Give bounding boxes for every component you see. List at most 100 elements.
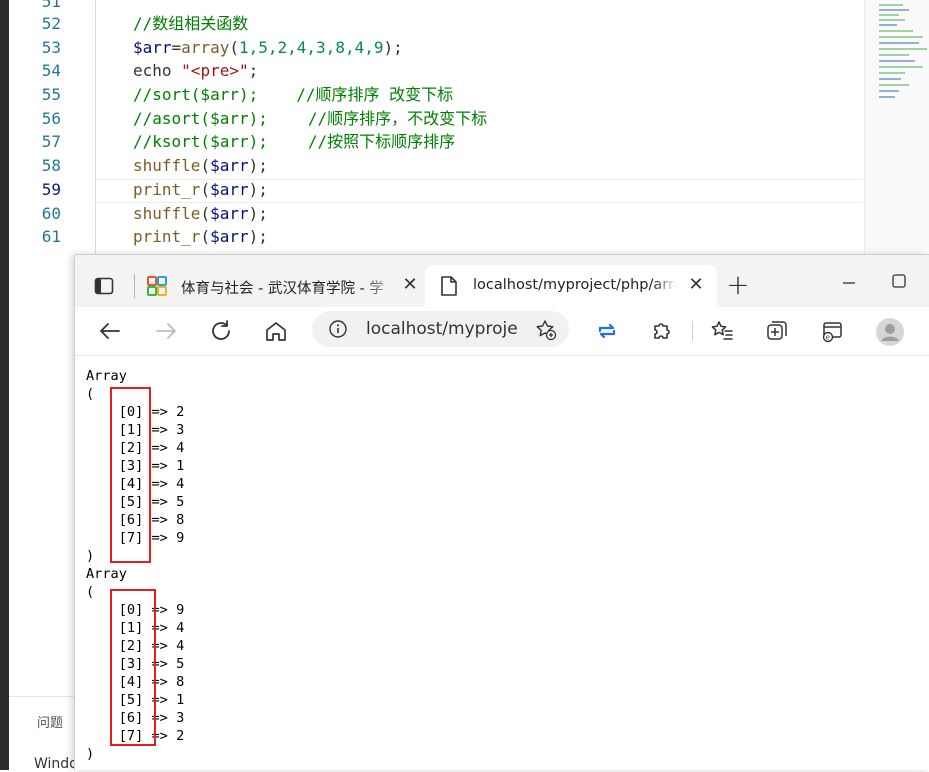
code-line-61[interactable]: print_r($arr); [133, 225, 268, 249]
key-highlight-box [110, 589, 156, 746]
array-value: 3 [176, 422, 185, 438]
profile-icon[interactable] [875, 317, 904, 346]
code-line-52[interactable]: //数组相关函数 [133, 12, 248, 36]
array-value: 4 [176, 440, 185, 456]
problems-tab[interactable]: 问题 [37, 712, 63, 731]
code-paren: ( [200, 156, 211, 175]
line-number: 54 [41, 61, 61, 80]
forward-icon [152, 317, 180, 345]
favorites-icon[interactable] [708, 317, 736, 345]
code-semicolon: ; [248, 61, 259, 80]
line-number: 55 [41, 85, 61, 104]
code-line-59[interactable]: print_r($arr); [133, 178, 268, 202]
array-close-paren: ) [86, 548, 95, 564]
close-icon[interactable]: ✕ [401, 276, 419, 294]
code-function: shuffle [133, 156, 201, 175]
code-operator: = [171, 38, 182, 57]
browser-window: 体育与社会 - 武汉体育学院 - 学 ✕ localhost/myproject… [75, 255, 929, 770]
site-info-icon[interactable] [329, 320, 347, 338]
code-function: shuffle [133, 204, 201, 223]
code-paren: ); [383, 38, 403, 57]
colorful-grid-icon [147, 276, 167, 296]
array-value: 2 [176, 728, 185, 744]
line-number: 57 [41, 132, 61, 151]
array-arrow: => [151, 458, 168, 474]
code-paren: ); [248, 156, 268, 175]
array-close-paren: ) [86, 746, 95, 762]
line-number: 60 [41, 204, 61, 223]
new-tab-button[interactable]: + [726, 271, 750, 299]
array-value: 2 [176, 404, 185, 420]
close-icon[interactable]: ✕ [687, 276, 705, 294]
code-paren: ( [200, 180, 211, 199]
code-variable: $arr [133, 38, 172, 57]
ie-mode-icon[interactable]: e [818, 317, 846, 345]
page-content: Array ( [0] => 2 [1] => 3 [2] => 4 [3] =… [75, 356, 929, 770]
code-line-60[interactable]: shuffle($arr); [133, 202, 268, 226]
array-value: 1 [176, 692, 185, 708]
array-value: 4 [176, 476, 185, 492]
line-number-active: 59 [41, 180, 61, 199]
line-number-gutter: 51 52 53 54 55 56 57 58 59 60 61 [9, 0, 85, 255]
toolbar-divider [692, 321, 693, 341]
maximize-icon[interactable] [885, 269, 913, 297]
add-favorite-icon[interactable] [535, 319, 557, 341]
collections-icon[interactable] [763, 317, 791, 345]
extensions-icon[interactable] [647, 317, 675, 345]
url-text[interactable]: localhost/myproject/php/array.php [366, 319, 518, 339]
line-number: 58 [41, 156, 61, 175]
back-icon[interactable] [96, 317, 124, 345]
tab-active[interactable]: localhost/myproject/php/array.php ✕ [425, 265, 717, 307]
code-paren: ); [248, 180, 268, 199]
array-value: 4 [176, 620, 185, 636]
address-bar[interactable]: localhost/myproject/php/array.php [312, 311, 569, 347]
indent-guide [95, 0, 96, 255]
code-variable: $arr [210, 156, 249, 175]
home-icon[interactable] [262, 317, 290, 345]
code-comment: //asort($arr); [133, 109, 268, 128]
code-string: "<pre>" [181, 61, 249, 80]
browser-toolbar: localhost/myproject/php/array.php e [75, 307, 929, 356]
key-highlight-box [110, 387, 151, 563]
array-value: 8 [176, 674, 185, 690]
page-icon [440, 275, 458, 297]
array-arrow: => [151, 404, 168, 420]
code-function: print_r [133, 227, 201, 246]
svg-text:e: e [826, 334, 830, 342]
array-open-paren: ( [86, 386, 95, 402]
tab-actions-icon[interactable] [93, 275, 115, 297]
line-number: 52 [41, 14, 61, 33]
code-line-55[interactable]: //sort($arr); //顺序排序 改变下标 [133, 83, 453, 107]
code-paren: ( [200, 227, 211, 246]
code-function: print_r [133, 180, 201, 199]
tab-title: 体育与社会 - 武汉体育学院 - 学 [181, 281, 384, 297]
code-keyword: echo [133, 61, 182, 80]
line-number: 61 [41, 227, 61, 246]
code-line-54[interactable]: echo "<pre>"; [133, 59, 258, 83]
tab-inactive[interactable]: 体育与社会 - 武汉体育学院 - 学 ✕ [139, 265, 422, 307]
line-number: 56 [41, 109, 61, 128]
code-variable: $arr [210, 204, 249, 223]
array-arrow: => [151, 512, 168, 528]
code-function: array [181, 38, 230, 57]
array-value: 9 [176, 530, 185, 546]
code-paren: ( [200, 204, 211, 223]
code-line-57[interactable]: //ksort($arr); //按照下标顺序排序 [133, 130, 455, 154]
array-value: 4 [176, 638, 185, 654]
array-value: 9 [176, 602, 185, 618]
array-value: 5 [176, 656, 185, 672]
array-header: Array [86, 566, 127, 582]
minimize-icon[interactable] [835, 269, 863, 297]
editor-minimap[interactable] [864, 0, 929, 255]
sync-icon[interactable] [593, 317, 621, 345]
code-line-58[interactable]: shuffle($arr); [133, 154, 268, 178]
code-line-56[interactable]: //asort($arr); //顺序排序，不改变下标 [133, 107, 487, 131]
array-arrow: => [151, 530, 168, 546]
code-paren: ); [248, 204, 268, 223]
code-line-53[interactable]: $arr=array(1,5,2,4,3,8,4,9); [133, 36, 403, 60]
tab-title: localhost/myproject/php/array.php [473, 277, 677, 293]
code-comment: //按照下标顺序排序 [307, 132, 456, 151]
line-number: 53 [41, 38, 61, 57]
array-value: 5 [176, 494, 185, 510]
refresh-icon[interactable] [207, 317, 235, 345]
